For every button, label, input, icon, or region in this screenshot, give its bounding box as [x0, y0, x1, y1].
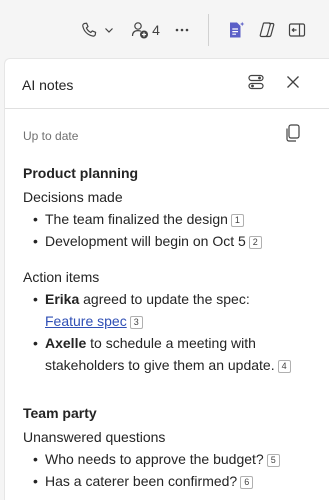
- list-item-text: Who needs to approve the budget?: [45, 451, 264, 467]
- group-heading: Unanswered questions: [23, 429, 166, 445]
- toggle-settings-icon: [247, 73, 265, 96]
- citation-badge[interactable]: 6: [240, 476, 254, 489]
- section-title: Product planning: [23, 165, 139, 181]
- sync-status: Up to date: [23, 129, 79, 143]
- panel-title: AI notes: [22, 77, 74, 93]
- notes-icon: [226, 20, 246, 40]
- participants-button[interactable]: 4: [126, 14, 164, 46]
- feature-spec-link[interactable]: Feature spec: [45, 313, 127, 329]
- participant-count: 4: [152, 22, 160, 38]
- list-item-text: The team finalized the design: [45, 211, 228, 227]
- side-panel-button[interactable]: [283, 14, 311, 46]
- phone-icon: [80, 21, 98, 39]
- citation-badge[interactable]: 1: [230, 214, 244, 227]
- copy-icon: [284, 123, 302, 148]
- list-item: Axelle to schedule a meeting with stakeh…: [33, 332, 323, 376]
- group-heading: Decisions made: [23, 189, 123, 205]
- citation-badge[interactable]: 5: [266, 454, 280, 467]
- copilot-icon: [257, 20, 277, 40]
- chevron-down-icon: [104, 25, 114, 35]
- call-button[interactable]: [74, 14, 120, 46]
- group-heading: Action items: [23, 269, 100, 285]
- close-panel-button[interactable]: [280, 71, 306, 97]
- list-item: Development will begin on Oct 52: [33, 230, 323, 252]
- questions-list: Who needs to approve the budget?5 Has a …: [23, 448, 323, 492]
- ai-notes-button[interactable]: [222, 14, 250, 46]
- person-name: Erika: [45, 291, 80, 307]
- meeting-toolbar: 4: [0, 0, 329, 58]
- list-item: Who needs to approve the budget?5: [33, 448, 323, 470]
- list-item: The team finalized the design1: [33, 208, 323, 230]
- copilot-button[interactable]: [253, 14, 281, 46]
- notes-settings-button[interactable]: [243, 71, 269, 97]
- panel-icon: [287, 20, 307, 40]
- panel-header: AI notes: [5, 59, 329, 109]
- close-icon: [285, 74, 301, 95]
- ai-notes-panel: AI notes Up to date Product planning Dec…: [4, 58, 329, 500]
- citation-badge[interactable]: 2: [248, 236, 262, 249]
- list-item-text: Development will begin on Oct 5: [45, 233, 246, 249]
- more-options-button[interactable]: [168, 14, 196, 46]
- citation-badge[interactable]: 4: [277, 360, 291, 373]
- section-title: Team party: [23, 405, 97, 421]
- more-icon: [174, 22, 190, 38]
- toolbar-divider: [208, 14, 209, 46]
- citation-badge[interactable]: 3: [129, 316, 143, 329]
- notes-content: Product planning Decisions made The team…: [23, 162, 323, 492]
- list-item-text: Has a caterer been confirmed?: [45, 473, 238, 489]
- copy-notes-button[interactable]: [281, 123, 305, 147]
- decisions-list: The team finalized the design1 Developme…: [23, 208, 323, 252]
- add-people-icon: [130, 20, 150, 40]
- person-name: Axelle: [45, 335, 87, 351]
- list-item: Has a caterer been confirmed?6: [33, 470, 323, 492]
- action-items-list: Erika agreed to update the spec: Feature …: [23, 288, 323, 376]
- list-item: Erika agreed to update the spec: Feature …: [33, 288, 323, 332]
- list-item-text: agreed to update the spec:: [79, 291, 250, 307]
